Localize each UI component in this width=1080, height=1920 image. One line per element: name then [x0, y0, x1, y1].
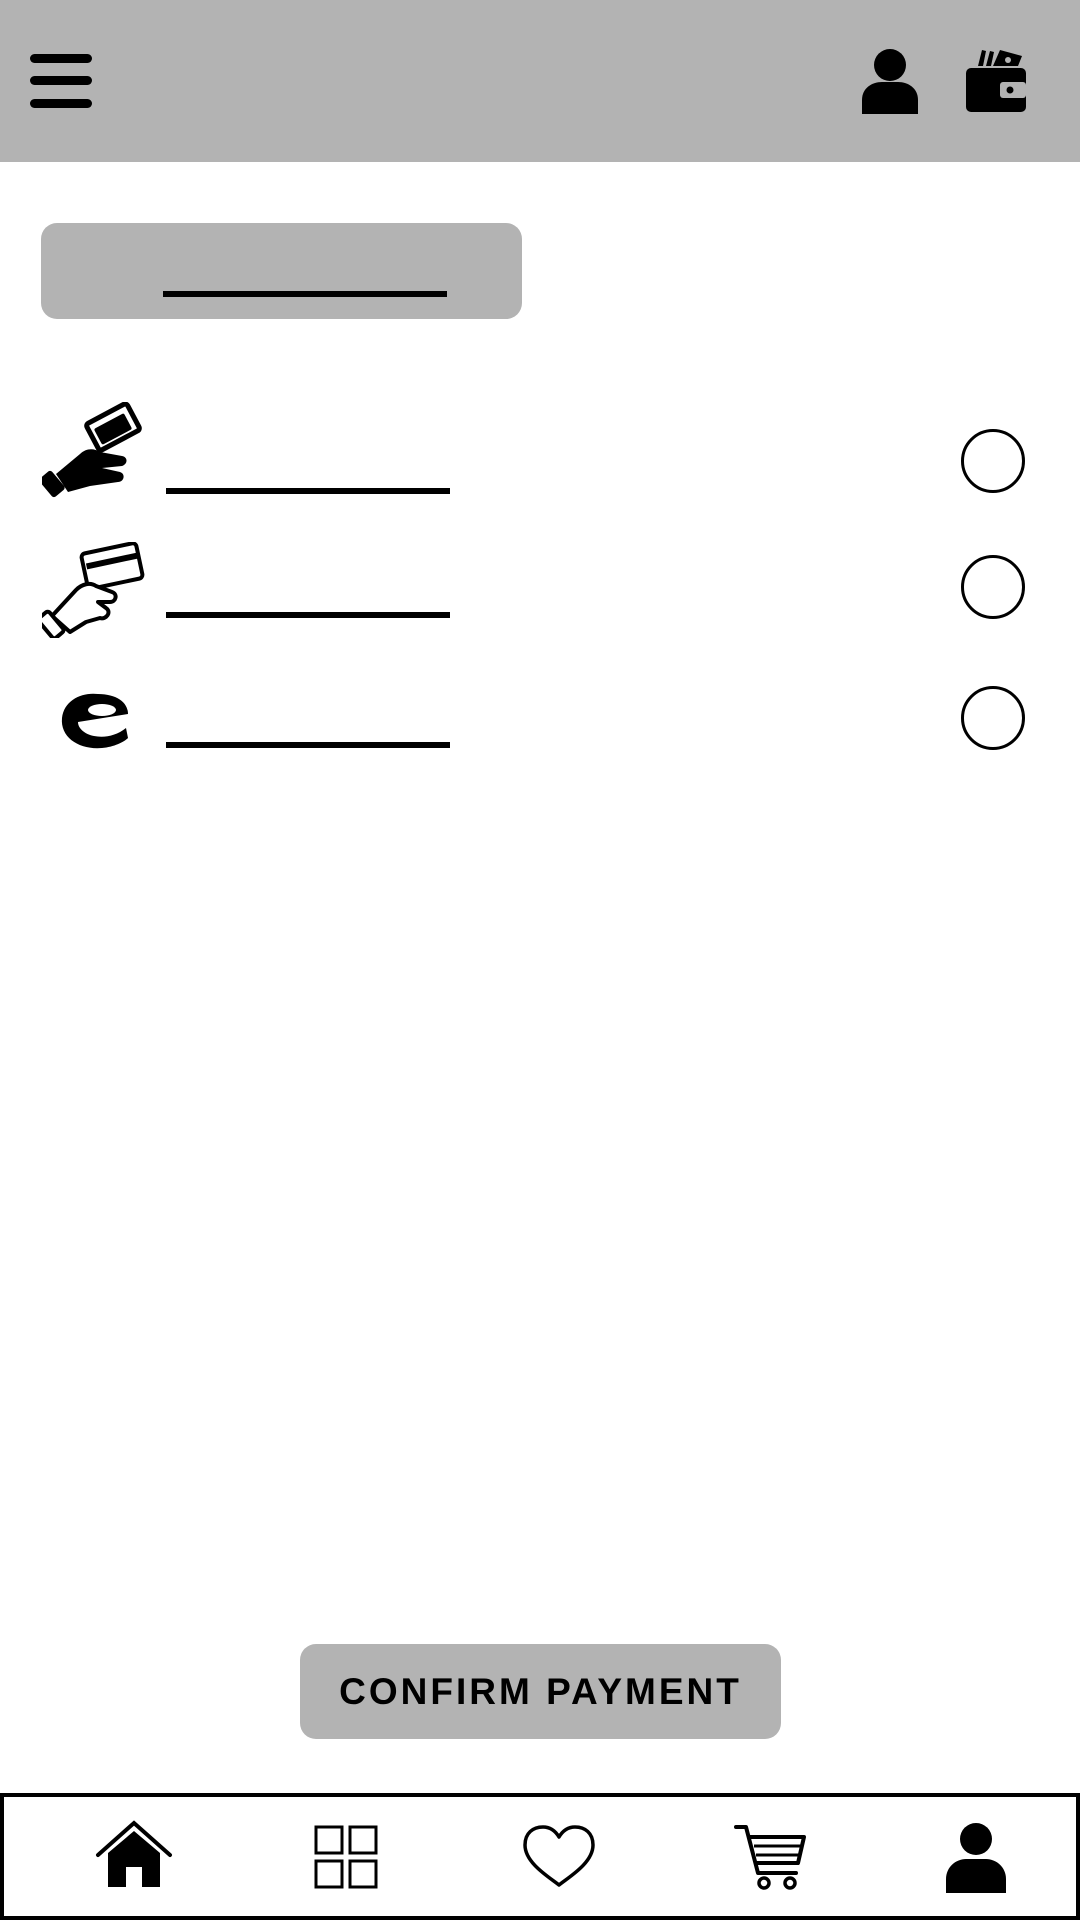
radio-button[interactable]: [961, 686, 1025, 750]
cart-icon[interactable]: [730, 1817, 810, 1897]
section-title-placeholder-line: [163, 291, 447, 297]
card-hand-icon: [42, 542, 145, 638]
radio-button[interactable]: [961, 555, 1025, 619]
payment-option-cash[interactable]: [0, 402, 1080, 512]
payment-option-ewallet[interactable]: [0, 672, 1080, 782]
user-icon[interactable]: [860, 48, 920, 114]
heart-icon[interactable]: [519, 1817, 599, 1897]
payment-option-card[interactable]: [0, 542, 1080, 652]
hamburger-menu-icon[interactable]: [30, 54, 92, 108]
grid-icon[interactable]: [306, 1817, 386, 1897]
e-wallet-logo-icon: [61, 693, 129, 749]
bottom-navigation-bar: [0, 1793, 1080, 1920]
confirm-payment-button[interactable]: CONFIRM PAYMENT: [300, 1644, 781, 1739]
radio-button[interactable]: [961, 429, 1025, 493]
home-icon[interactable]: [94, 1817, 174, 1897]
payment-option-label-line: [166, 488, 450, 494]
payment-option-label-line: [166, 612, 450, 618]
cash-hand-icon: [42, 402, 142, 498]
payment-option-label-line: [166, 742, 450, 748]
profile-icon[interactable]: [936, 1817, 1016, 1897]
section-title-box: [41, 223, 522, 319]
top-app-bar: [0, 0, 1080, 162]
wallet-icon[interactable]: [964, 48, 1028, 114]
